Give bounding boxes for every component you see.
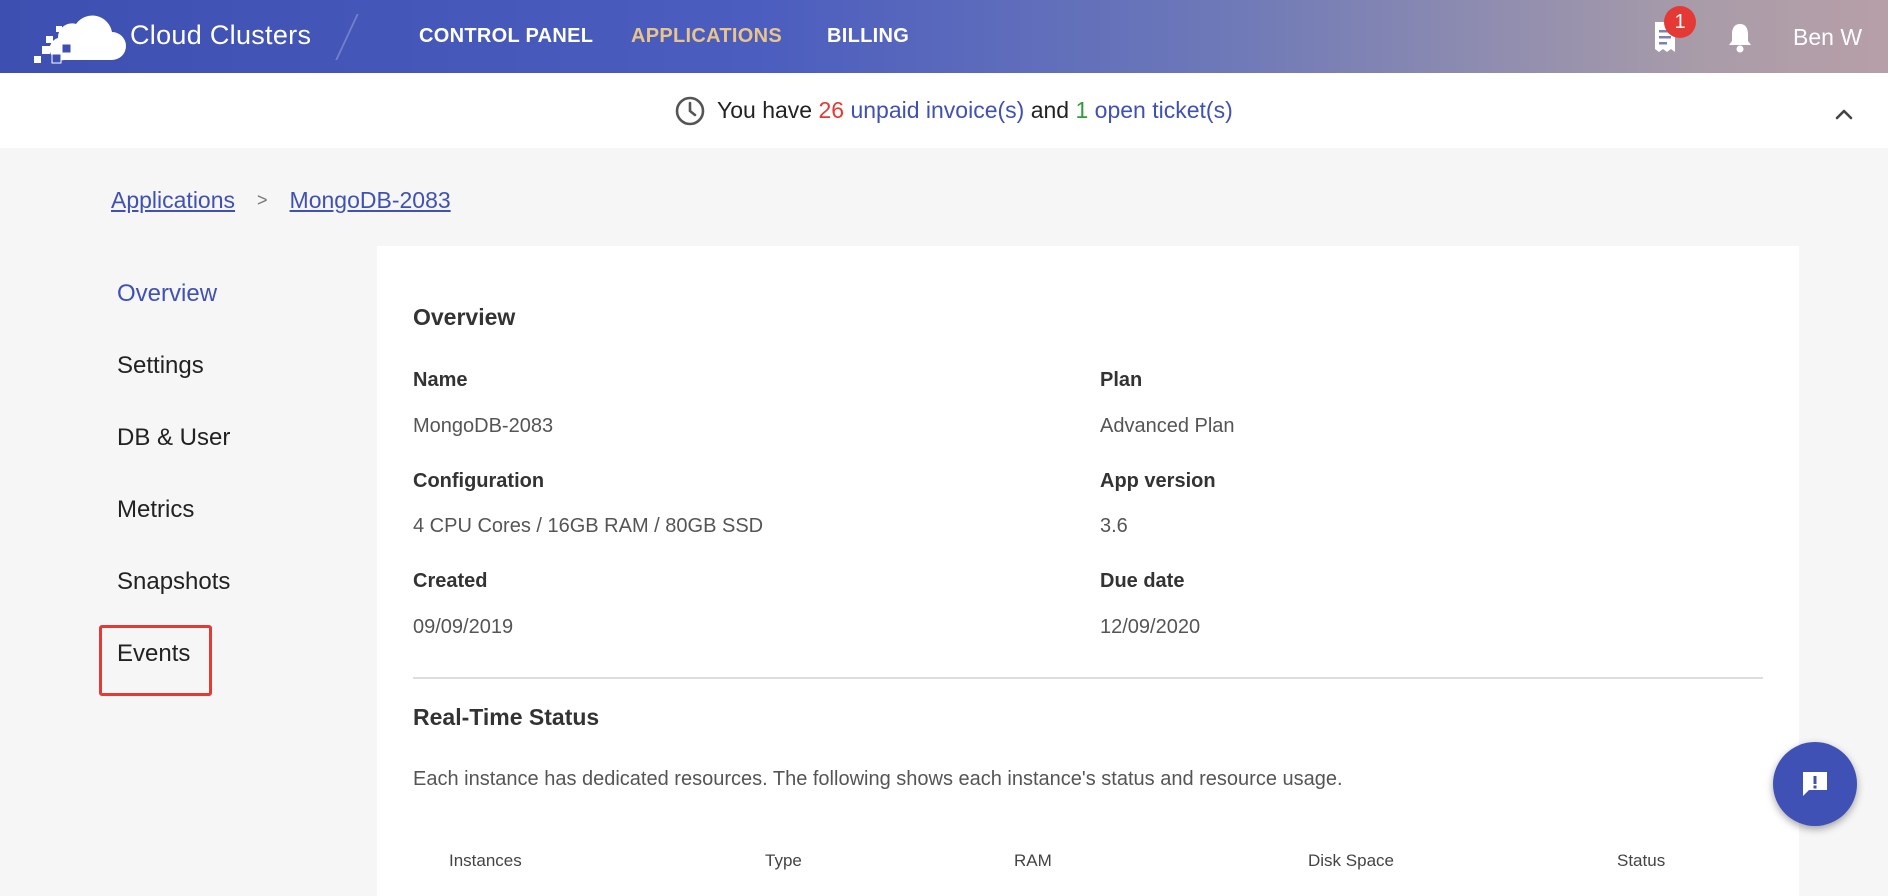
breadcrumb: Applications > MongoDB-2083 xyxy=(111,187,451,214)
overview-title: Overview xyxy=(413,304,516,330)
due-date-value: 12/09/2020 xyxy=(1100,616,1201,638)
status-description: Each instance has dedicated resources. T… xyxy=(413,768,1343,790)
name-value: MongoDB-2083 xyxy=(413,415,554,437)
user-menu[interactable]: Ben W xyxy=(1793,24,1862,51)
configuration-value: 4 CPU Cores / 16GB RAM / 80GB SSD xyxy=(413,515,764,537)
cloud-logo-icon[interactable] xyxy=(34,10,126,66)
nav-applications[interactable]: APPLICATIONS xyxy=(631,25,782,48)
bell-icon[interactable] xyxy=(1725,20,1755,54)
created-value: 09/09/2019 xyxy=(413,616,514,638)
sidebar-item-db-user[interactable]: DB & User xyxy=(117,424,230,452)
open-tickets-link[interactable]: open ticket(s) xyxy=(1095,97,1233,123)
due-date-label: Due date xyxy=(1100,570,1185,592)
unpaid-invoices-link[interactable]: unpaid invoice(s) xyxy=(850,97,1024,123)
notice-and: and xyxy=(1030,97,1070,123)
name-label: Name xyxy=(413,369,468,391)
invoice-badge: 1 xyxy=(1664,6,1696,38)
column-header-status: Status xyxy=(1617,851,1666,870)
breadcrumb-applications[interactable]: Applications xyxy=(111,187,235,213)
nav-control-panel[interactable]: CONTROL PANEL xyxy=(419,25,593,48)
sidebar-item-settings[interactable]: Settings xyxy=(117,352,204,380)
notice-prefix: You have xyxy=(717,97,813,123)
clock-icon xyxy=(675,96,705,126)
notice-text: You have 26 unpaid invoice(s) and 1 open… xyxy=(717,97,1233,124)
top-navbar: Cloud Clusters CONTROL PANEL APPLICATION… xyxy=(0,0,1888,73)
overview-card xyxy=(377,246,1799,896)
sidebar-item-overview[interactable]: Overview xyxy=(117,280,217,308)
breadcrumb-current[interactable]: MongoDB-2083 xyxy=(290,187,451,213)
column-header-disk-space: Disk Space xyxy=(1308,851,1394,870)
real-time-status-title: Real-Time Status xyxy=(413,704,600,730)
app-version-value: 3.6 xyxy=(1100,515,1128,537)
events-highlight-box xyxy=(99,625,212,696)
invoice-count: 26 xyxy=(818,97,845,123)
column-header-ram: RAM xyxy=(1014,851,1052,870)
breadcrumb-separator: > xyxy=(257,190,268,210)
sidebar-item-metrics[interactable]: Metrics xyxy=(117,496,194,524)
feedback-icon xyxy=(1803,772,1827,796)
plan-label: Plan xyxy=(1100,369,1143,391)
created-label: Created xyxy=(413,570,488,592)
app-version-label: App version xyxy=(1100,470,1216,492)
configuration-label: Configuration xyxy=(413,470,545,492)
section-divider xyxy=(413,677,1763,679)
ticket-count: 1 xyxy=(1075,97,1089,123)
nav-divider xyxy=(335,14,359,60)
plan-value: Advanced Plan xyxy=(1100,415,1235,437)
column-header-instances: Instances xyxy=(449,851,522,870)
sidebar-item-snapshots[interactable]: Snapshots xyxy=(117,568,230,596)
nav-billing[interactable]: BILLING xyxy=(827,25,909,48)
feedback-button[interactable] xyxy=(1773,742,1857,826)
column-header-type: Type xyxy=(765,851,802,870)
chevron-up-icon[interactable] xyxy=(1832,102,1856,126)
brand-name[interactable]: Cloud Clusters xyxy=(130,20,311,51)
